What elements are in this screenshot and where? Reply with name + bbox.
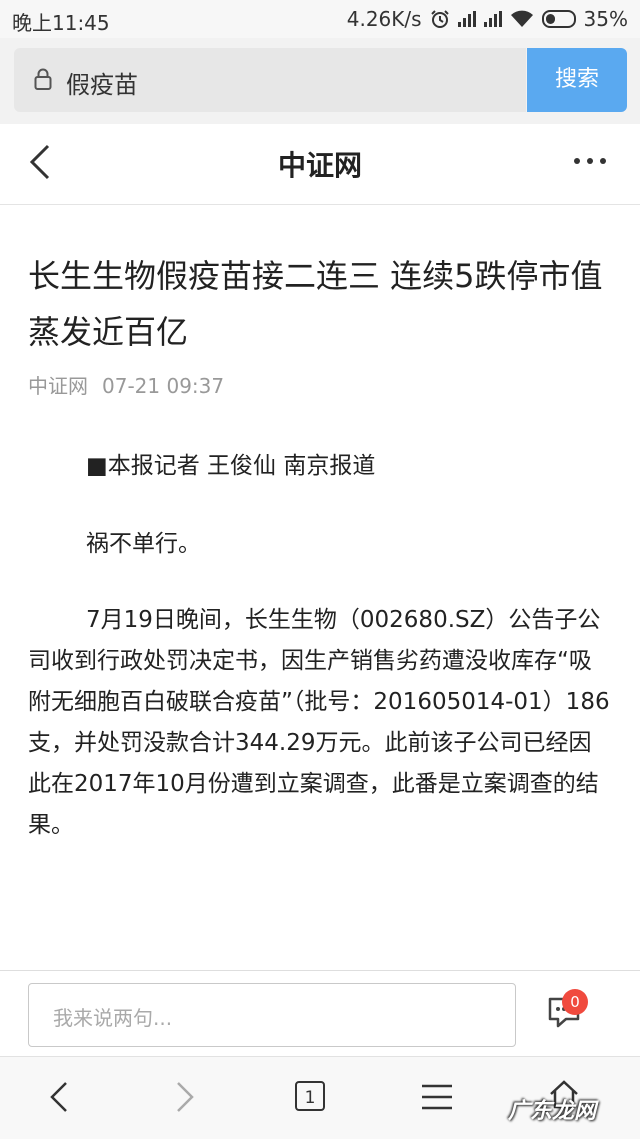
search-input[interactable]: 假疫苗: [14, 48, 526, 112]
status-bar: 晚上11:45 4.26K/s 35%: [0, 0, 640, 38]
network-speed: 4.26K/s: [346, 7, 422, 31]
article-paragraph: 7月19日晚间，长生生物（002680.SZ）公告子公司收到行政处罚决定书，因生…: [28, 607, 610, 838]
menu-icon[interactable]: [420, 1083, 454, 1111]
search-query: 假疫苗: [66, 71, 138, 99]
lock-icon: [34, 68, 52, 90]
status-right: 4.26K/s 35%: [347, 7, 628, 31]
tabs-button[interactable]: 1: [295, 1081, 325, 1111]
search-bar: 假疫苗 搜索: [0, 38, 640, 124]
more-icon[interactable]: [574, 158, 606, 164]
browser-back-icon[interactable]: [46, 1079, 72, 1115]
article-content: 长生生物假疫苗接二连三 连续5跌停市值蒸发近百亿 中证网 07-21 09:37 …: [0, 204, 640, 970]
watermark-logo: 广东龙网: [508, 1099, 597, 1124]
article-date: 07-21 09:37: [102, 374, 225, 398]
nav-bar: 中证网: [0, 124, 640, 205]
article-paragraph: 祸不单行。: [86, 531, 201, 557]
article-headline: 长生生物假疫苗接二连三 连续5跌停市值蒸发近百亿: [28, 257, 603, 351]
status-time: 晚上11:45: [12, 11, 110, 35]
battery-icon: [541, 10, 576, 28]
article-meta: 中证网 07-21 09:37: [28, 370, 224, 399]
page-title: 中证网: [277, 149, 362, 182]
comment-placeholder: 我来说两句...: [53, 1006, 173, 1030]
signal-icon: [457, 11, 476, 27]
signal-icon-2: [483, 11, 502, 27]
alarm-icon: [430, 10, 449, 28]
search-button[interactable]: 搜索: [527, 48, 627, 112]
comment-bar: 我来说两句... 0: [0, 970, 640, 1057]
comment-input[interactable]: 我来说两句...: [28, 983, 516, 1047]
comment-count-badge: 0: [562, 989, 588, 1015]
battery-percent: 35%: [583, 7, 628, 31]
article-paragraph: ■本报记者 王俊仙 南京报道: [86, 453, 376, 479]
article-source: 中证网: [28, 374, 88, 398]
browser-forward-icon[interactable]: [172, 1079, 198, 1115]
wifi-icon: [510, 10, 533, 27]
